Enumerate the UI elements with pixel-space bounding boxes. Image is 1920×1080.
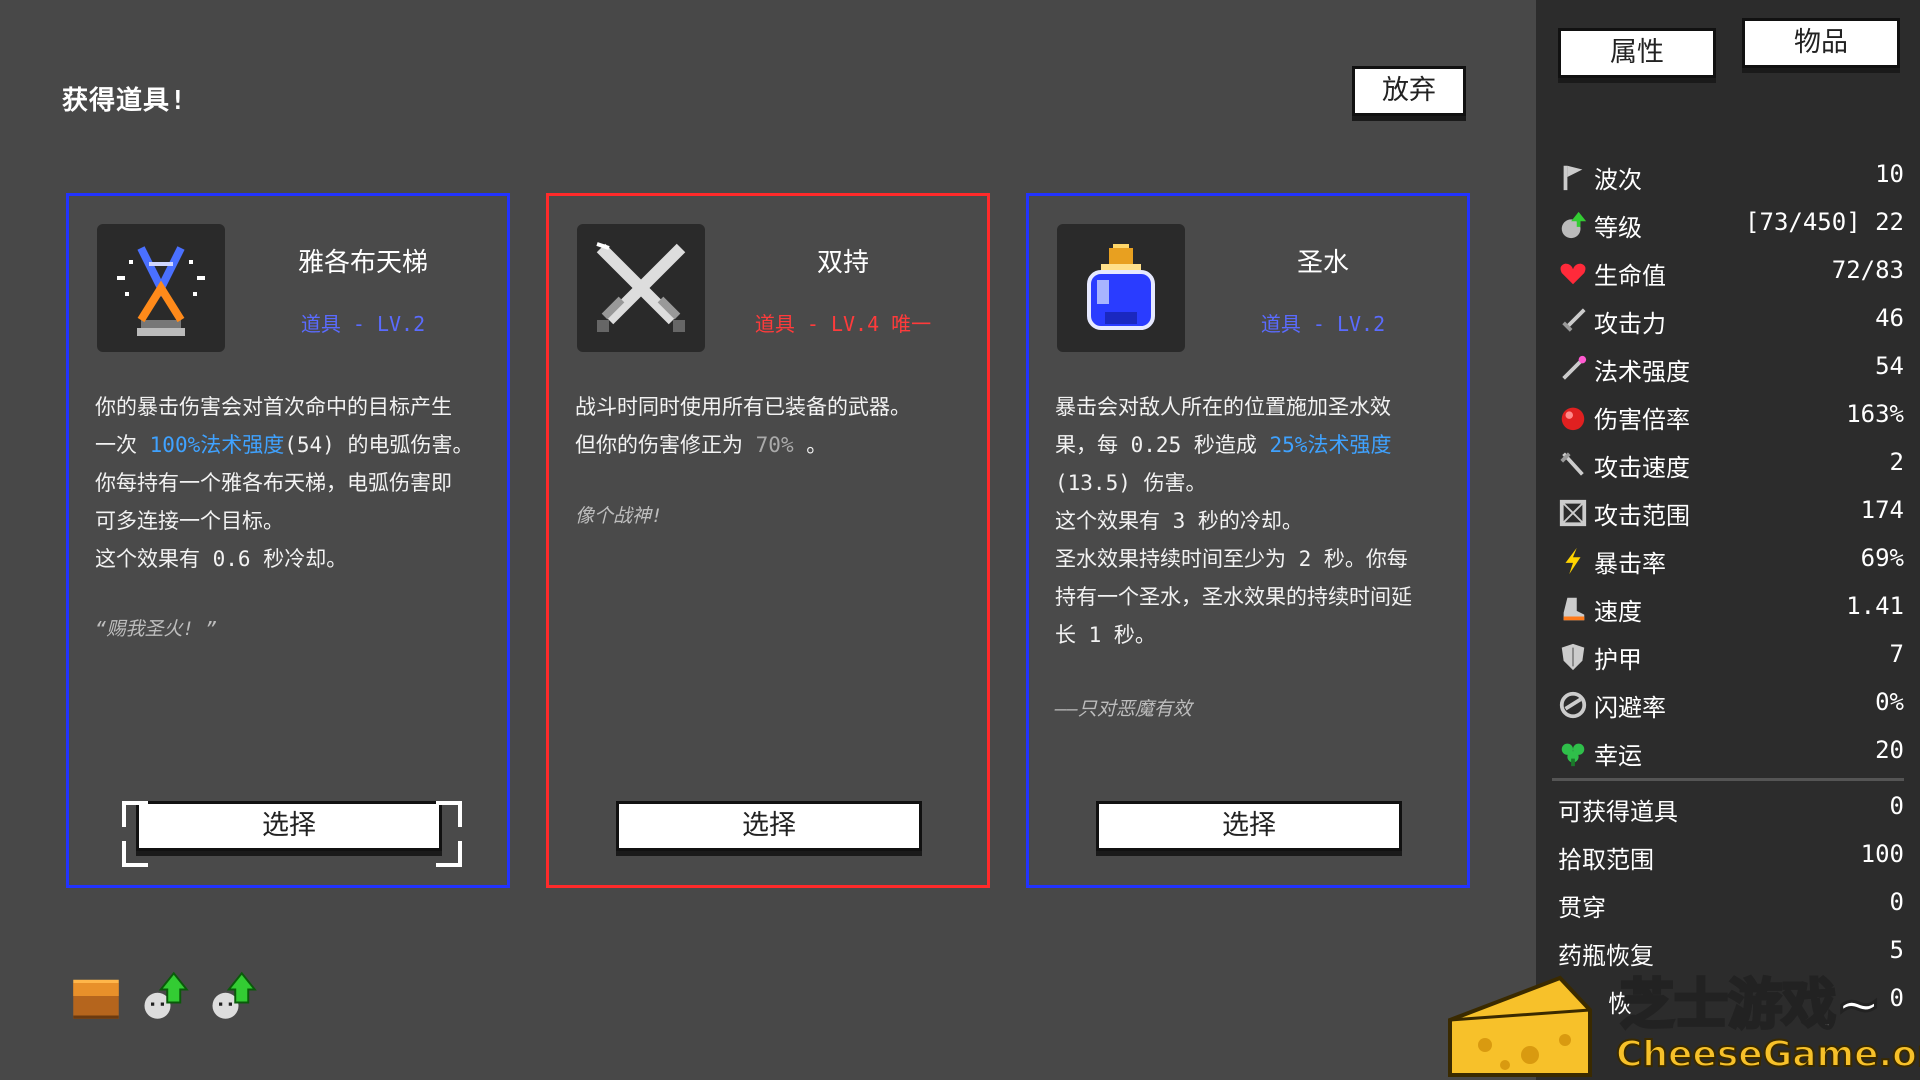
sword-icon [1562, 308, 1586, 332]
item-description: 战斗时同时使用所有已装备的武器。 但你的伤害修正为 70% 。 [575, 388, 969, 464]
desc-line: 果，每 0.25 秒造成 25%法术强度 [1055, 433, 1392, 457]
damage-multiplier-icon [1561, 407, 1585, 431]
select-button[interactable]: 选择 [616, 801, 922, 851]
cheese-logo-icon [1448, 975, 1592, 1077]
desc-line: (13.5) 伤害。 [1055, 471, 1207, 495]
range-icon [1559, 499, 1587, 527]
desc-line: 但你的伤害修正为 70% 。 [575, 433, 828, 457]
select-button[interactable]: 选择 [136, 801, 442, 851]
attack-speed-icon [1560, 452, 1584, 476]
item-meta: 道具 - LV.2 [1260, 312, 1386, 336]
desc-line: 你每持有一个雅各布天梯，电弧伤害即 [95, 471, 452, 495]
heart-icon [1560, 263, 1586, 285]
item-card-jacobs-ladder[interactable]: 雅各布天梯 道具 - LV.2 你的暴击伤害会对首次命中的目标产生 一次 100… [66, 193, 510, 888]
desc-line: 这个效果有 3 秒的冷却。 [1055, 509, 1303, 533]
watermark: 芝士游戏~ CheeseGame.org [1440, 960, 1920, 1080]
selection-bracket [436, 801, 462, 827]
stat-row-speed: 速度 1.41 [1558, 588, 1904, 628]
stat-row-luck: 幸运 20 [1558, 732, 1904, 772]
stat-row-crit-rate: 暴击率 69% [1558, 540, 1904, 580]
desc-line: 你的暴击伤害会对首次命中的目标产生 [95, 395, 452, 419]
wand-icon [1562, 355, 1587, 380]
upgrade-icon [212, 971, 257, 1019]
stat-row-dodge: 闪避率 0% [1558, 684, 1904, 724]
item-meta: 道具 - LV.4 唯一 [754, 312, 932, 336]
stat-row-hp: 生命值 72/83 [1558, 252, 1904, 292]
item-name: 圣水 [1296, 248, 1349, 278]
select-button[interactable]: 选择 [1096, 801, 1402, 851]
selection-bracket [122, 841, 148, 867]
clover-icon [1561, 743, 1585, 767]
item-description: 暴击会对敌人所在的位置施加圣水效 果，每 0.25 秒造成 25%法术强度 (1… [1055, 388, 1449, 654]
stats-panel: 属性 物品 波次 10 等级 [73/450] 22 生命值 72/83 攻击力 46 … [1536, 0, 1920, 1080]
stat-row-pickup-range: 拾取范围 100 [1558, 840, 1904, 874]
item-meta: 道具 - LV.2 [300, 312, 426, 336]
item-name: 双持 [816, 248, 869, 278]
desc-line: 一次 100%法术强度(54) 的电弧伤害。 [95, 433, 474, 457]
item-quote: ——只对恶魔有效 [1055, 698, 1192, 720]
stat-row-obtainable-items: 可获得道具 0 [1558, 792, 1904, 826]
desc-line: 长 1 秒。 [1055, 623, 1156, 647]
item-quote: “赐我圣火! ” [95, 618, 217, 640]
stat-row-attack-range: 攻击范围 174 [1558, 492, 1904, 532]
watermark-url: CheeseGame.org [1615, 1033, 1920, 1076]
dodge-icon [1559, 691, 1587, 719]
desc-line: 战斗时同时使用所有已装备的武器。 [575, 395, 911, 419]
watermark-text: 芝士游戏~ [1618, 972, 1882, 1038]
stat-row-wave: 波次 10 [1558, 156, 1904, 196]
upgrade-icon [144, 971, 189, 1019]
stat-row-pierce: 贯穿 0 [1558, 888, 1904, 922]
give-up-button[interactable]: 放弃 [1352, 66, 1466, 116]
desc-line: 圣水效果持续时间至少为 2 秒。你每 [1055, 547, 1408, 571]
desc-line: 持有一个圣水，圣水效果的持续时间延 [1055, 585, 1412, 609]
flag-icon [1563, 165, 1583, 191]
stat-row-attack: 攻击力 46 [1558, 300, 1904, 340]
stat-row-level: 等级 [73/450] 22 [1558, 204, 1904, 244]
selection-bracket [436, 841, 462, 867]
stat-row-damage-multiplier: 伤害倍率 163% [1558, 396, 1904, 436]
jacobs-ladder-icon [97, 224, 225, 352]
lightning-icon [1565, 547, 1581, 575]
stat-row-armor: 护甲 7 [1558, 636, 1904, 676]
shield-icon [1561, 643, 1585, 671]
desc-line: 暴击会对敌人所在的位置施加圣水效 [1055, 395, 1391, 419]
chest-icon [73, 979, 119, 1019]
item-description: 你的暴击伤害会对首次命中的目标产生 一次 100%法术强度(54) 的电弧伤害。… [95, 388, 489, 578]
stat-row-spell-power: 法术强度 54 [1558, 348, 1904, 388]
crossed-swords-icon [577, 224, 705, 352]
item-card-holy-water[interactable]: 圣水 道具 - LV.2 暴击会对敌人所在的位置施加圣水效 果，每 0.25 秒… [1026, 193, 1470, 888]
item-quote: 像个战神! [575, 505, 663, 527]
desc-line: 这个效果有 0.6 秒冷却。 [95, 547, 348, 571]
page-title: 获得道具! [62, 86, 187, 116]
level-up-icon [1561, 211, 1587, 239]
tab-items[interactable]: 物品 [1742, 18, 1900, 68]
holy-water-icon [1057, 224, 1185, 352]
item-card-dual-wield[interactable]: 双持 道具 - LV.4 唯一 战斗时同时使用所有已装备的武器。 但你的伤害修正… [546, 193, 990, 888]
boot-icon [1563, 597, 1585, 621]
tab-attributes[interactable]: 属性 [1558, 28, 1716, 78]
stat-row-attack-speed: 攻击速度 2 [1558, 444, 1904, 484]
item-name: 雅各布天梯 [297, 248, 428, 278]
desc-line: 可多连接一个目标。 [95, 509, 284, 533]
panel-divider [1552, 778, 1904, 781]
selection-bracket [122, 801, 148, 827]
